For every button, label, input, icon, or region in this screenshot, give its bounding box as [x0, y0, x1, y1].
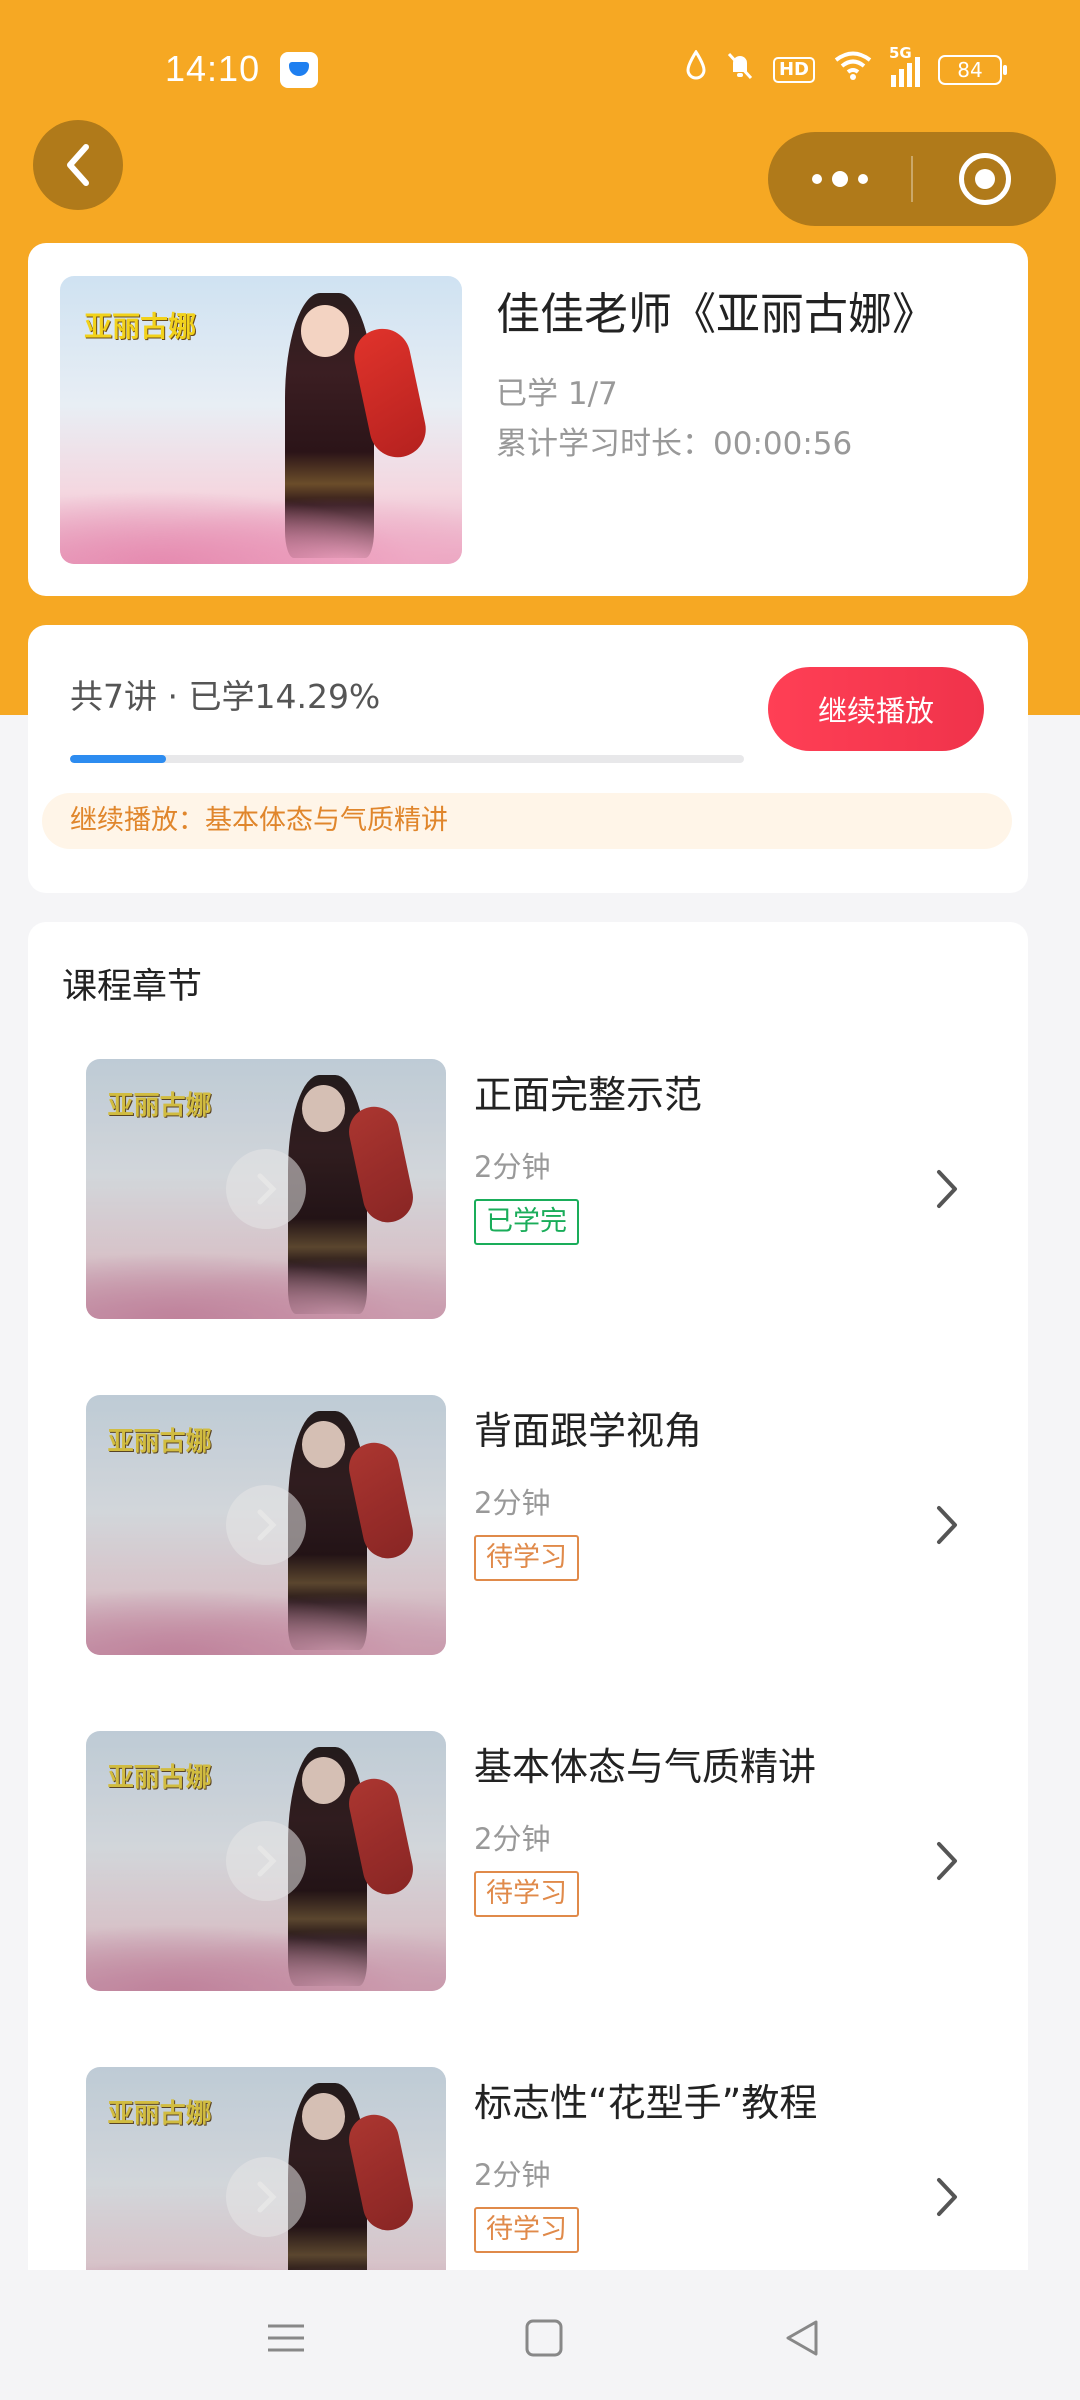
chevron-right-icon — [932, 2175, 962, 2223]
battery-indicator: 84 — [938, 55, 1007, 85]
chevron-right-icon — [932, 1167, 962, 1215]
signal-icon: 5G — [889, 45, 920, 87]
back-button[interactable] — [33, 120, 123, 210]
chevron-right-icon — [932, 1503, 962, 1551]
chapter-title: 背面跟学视角 — [474, 1409, 703, 1453]
network-type: 5G — [889, 44, 912, 62]
water-drop-icon — [685, 48, 707, 91]
progress-summary: 共7讲 · 已学14.29% — [70, 677, 381, 716]
chapters-heading: 课程章节 — [62, 967, 203, 1007]
cover-art-title: 亚丽古娜 — [84, 309, 197, 343]
chapter-title: 基本体态与气质精讲 — [474, 1745, 817, 1789]
cover-art-title: 亚丽古娜 — [107, 1427, 212, 1457]
chapter-duration: 2分钟 — [474, 1150, 551, 1184]
more-button[interactable] — [768, 171, 911, 187]
more-dots-icon — [831, 171, 848, 187]
wifi-icon — [833, 50, 873, 91]
progress-bar-fill — [70, 755, 167, 763]
course-info-card: 亚丽古娜 佳佳老师《亚丽古娜》 已学 1/7 累计学习时长：00:00:56 — [28, 243, 1028, 596]
hd-icon: HD — [772, 57, 815, 83]
play-icon — [226, 1485, 306, 1565]
chapter-thumbnail: 亚丽古娜 — [86, 1059, 446, 1319]
progress-bar — [70, 755, 744, 763]
chapter-item[interactable]: 亚丽古娜 标志性“花型手”教程 2分钟待学习 — [86, 2067, 1016, 2272]
chevron-left-icon — [67, 144, 89, 186]
chapter-status-badge: 待学习 — [474, 1871, 579, 1917]
chapter-status-badge: 已学完 — [474, 1199, 579, 1245]
chapter-thumbnail: 亚丽古娜 — [86, 1395, 446, 1655]
bell-muted-icon — [725, 50, 755, 91]
app-notification-icon — [280, 52, 318, 88]
target-close-icon — [958, 153, 1011, 205]
chapter-status-badge: 待学习 — [474, 1535, 579, 1581]
close-mini-program-button[interactable] — [913, 153, 1056, 205]
cover-art-title: 亚丽古娜 — [107, 1763, 212, 1793]
menu-icon — [268, 2324, 304, 2352]
course-title: 佳佳老师《亚丽古娜》 — [496, 289, 936, 340]
menu-button[interactable] — [258, 2310, 314, 2366]
chapter-title: 标志性“花型手”教程 — [474, 2081, 818, 2125]
chapter-duration: 2分钟 — [474, 2158, 551, 2192]
status-time: 14:10 — [165, 48, 261, 89]
triangle-back-icon — [786, 2320, 818, 2356]
system-back-button[interactable] — [774, 2310, 830, 2366]
home-square-icon — [525, 2319, 563, 2357]
chapters-card: 课程章节 亚丽古娜 正面完整示范 2分钟 已学完 亚丽古娜 背面跟学视角 2分钟 待学习 亚丽古… — [28, 922, 1028, 2272]
chapter-duration: 2分钟 — [474, 1822, 551, 1856]
cover-art-title: 亚丽古娜 — [107, 1091, 212, 1121]
chapter-item[interactable]: 亚丽古娜 正面完整示范 2分钟已学完 — [86, 1059, 1016, 1321]
play-icon — [226, 2157, 306, 2237]
chapter-title: 正面完整示范 — [474, 1073, 703, 1117]
chevron-right-icon — [932, 1839, 962, 1887]
system-navigation-bar — [0, 2270, 1080, 2400]
chapter-thumbnail: 亚丽古娜 — [86, 1731, 446, 1991]
chapter-thumbnail: 亚丽古娜 — [86, 2067, 446, 2272]
status-icons: HD 5G 84 — [685, 45, 1007, 91]
course-learned-count: 已学 1/7 — [496, 376, 618, 412]
status-bar: 14:10 HD 5G 84 — [0, 0, 1080, 140]
course-cover-image: 亚丽古娜 — [60, 276, 462, 564]
resume-hint[interactable]: 继续播放：基本体态与气质精讲 — [42, 793, 1012, 849]
home-button[interactable] — [516, 2310, 572, 2366]
cover-art-title: 亚丽古娜 — [107, 2099, 212, 2129]
chapter-status-badge: 待学习 — [474, 2207, 579, 2253]
chapter-item[interactable]: 亚丽古娜 背面跟学视角 2分钟待学习 — [86, 1395, 1016, 1657]
play-icon — [226, 1149, 306, 1229]
chapter-duration: 2分钟 — [474, 1486, 551, 1520]
progress-card: 共7讲 · 已学14.29% 继续播放 继续播放：基本体态与气质精讲 — [28, 625, 1028, 893]
course-study-duration: 累计学习时长：00:00:56 — [496, 426, 853, 462]
play-icon — [226, 1821, 306, 1901]
chapter-item[interactable]: 亚丽古娜 基本体态与气质精讲 2分钟待学习 — [86, 1731, 1016, 1993]
continue-play-button[interactable]: 继续播放 — [768, 667, 984, 751]
mini-program-capsule — [768, 132, 1056, 226]
